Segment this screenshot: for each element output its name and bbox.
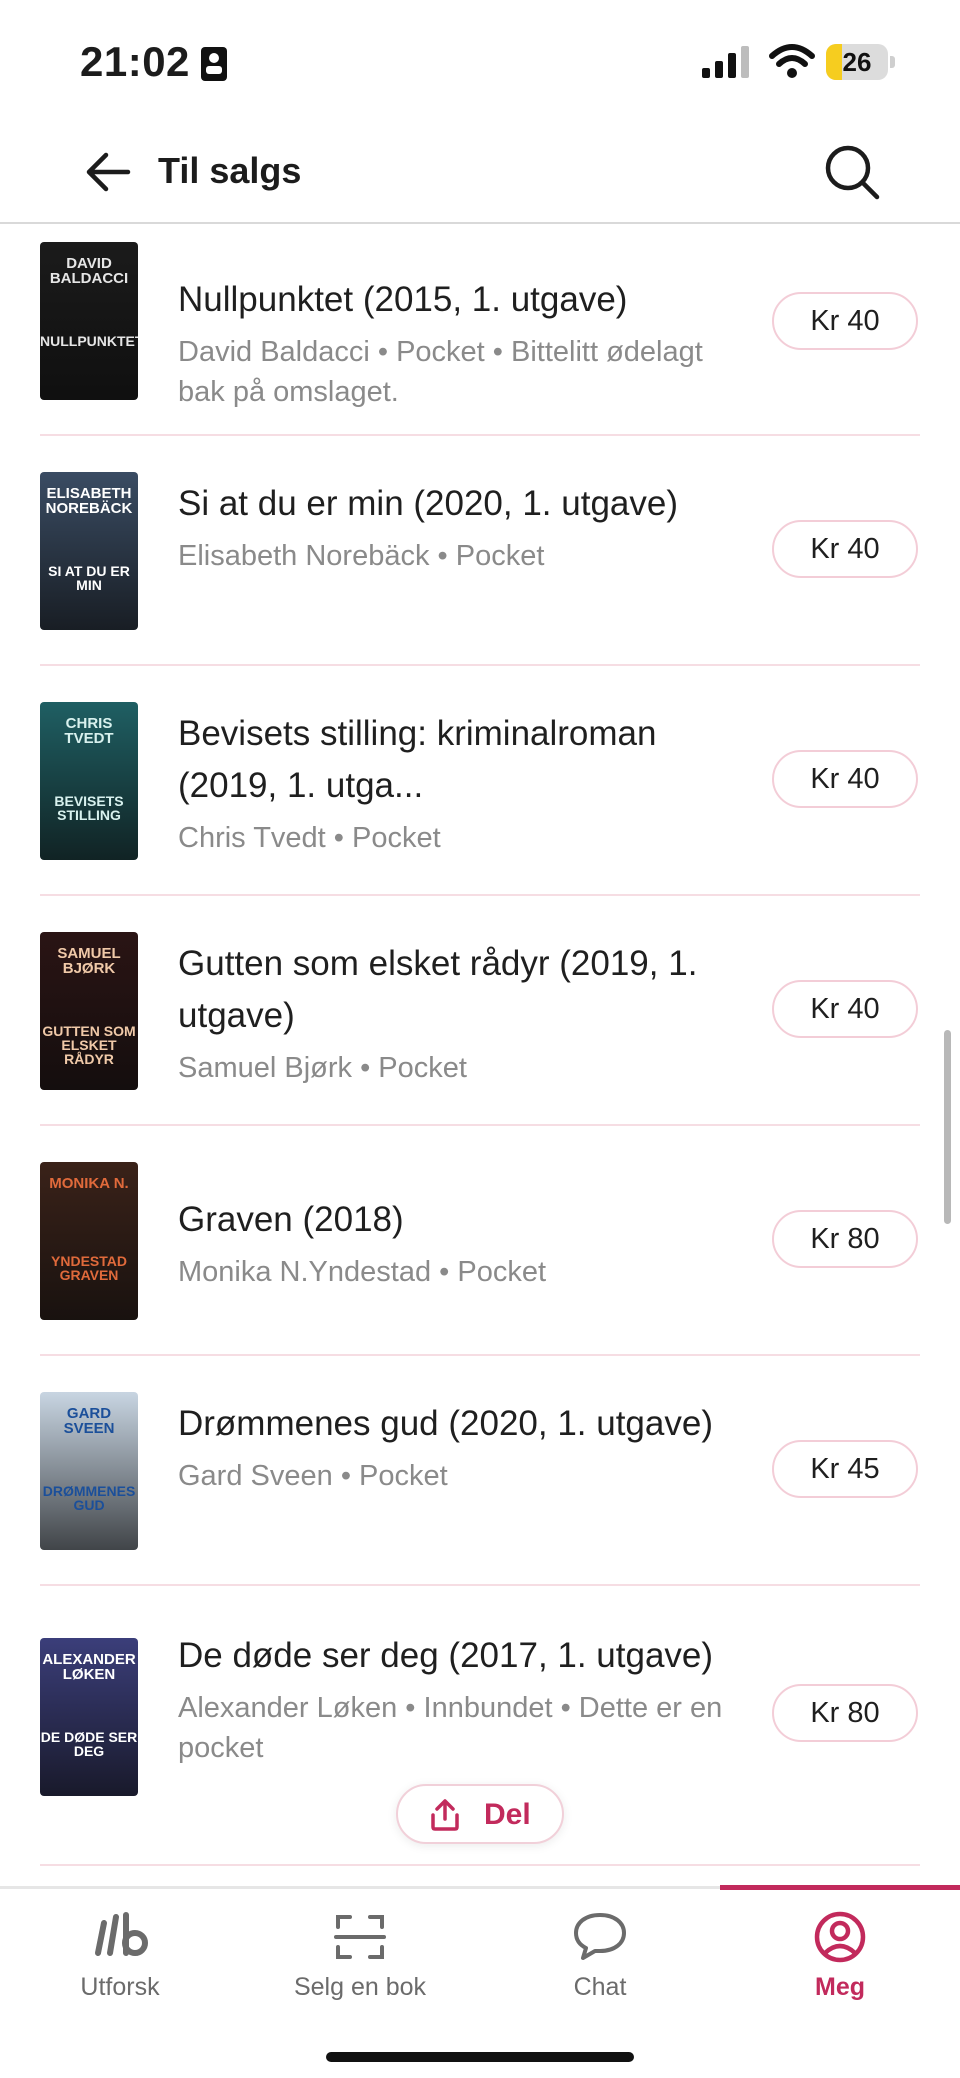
status-time: 21:02 <box>80 38 190 85</box>
share-icon <box>431 1799 459 1831</box>
tab-label: Selg en bok <box>293 1973 427 2001</box>
cover-title-text: DE DØDE SER DEG <box>40 1729 138 1759</box>
price-badge[interactable]: Kr 45 <box>772 1440 918 1498</box>
share-button[interactable]: Del <box>396 1784 564 1844</box>
battery-icon: 26 <box>826 44 896 80</box>
cover-title-text: YNDESTAD GRAVEN <box>51 1253 127 1283</box>
search-icon[interactable] <box>822 142 882 202</box>
status-bar: 21:02 26 <box>0 0 960 120</box>
listing-title: Si at du er min (2020, 1. utgave) <box>178 484 678 523</box>
listing-row[interactable]: CHRIS TVEDT BEVISETS STILLING Bevisets sti… <box>40 666 920 896</box>
tab-label: Chat <box>573 1973 627 2001</box>
listing-row[interactable]: ELISABETH NOREBÄCK SI AT DU ER MIN Si at d… <box>40 436 920 666</box>
tab-selg-en-bok[interactable]: Selg en bok <box>240 1889 480 2029</box>
book-cover-image: CHRIS TVEDT BEVISETS STILLING <box>40 702 138 860</box>
cover-author-text: DAVID BALDACCI <box>49 255 129 287</box>
listing-row[interactable]: SAMUEL BJØRK GUTTEN SOM ELSKET RÅDYR Gutte… <box>40 896 920 1126</box>
cover-title-text: GUTTEN SOM ELSKET RÅDYR <box>42 1023 136 1067</box>
scan-frame-icon <box>334 1915 386 1959</box>
listing-row[interactable]: MONIKA N. YNDESTAD GRAVEN Graven (2018) Mon… <box>40 1126 920 1356</box>
listing-meta: Elisabeth Norebäck • Pocket <box>178 540 545 572</box>
price-badge[interactable]: Kr 80 <box>772 1684 918 1742</box>
listing-row[interactable]: GARD SVEEN DRØMMENES GUD Drømmenes gud (20… <box>40 1356 920 1586</box>
listing-meta: David Baldacci • Pocket • Bittelitt ødel… <box>178 336 703 408</box>
book-cover-image: DAVID BALDACCI NULLPUNKTET <box>40 242 138 400</box>
listing-meta: Alexander Løken • Innbundet • Dette er e… <box>178 1692 723 1764</box>
listing-title: Nullpunktet (2015, 1. utgave) <box>178 280 628 319</box>
tab-chat[interactable]: Chat <box>480 1889 720 2029</box>
listing-title: Graven (2018) <box>178 1200 404 1239</box>
tab-utforsk[interactable]: Utforsk <box>0 1889 240 2029</box>
book-cover-image: MONIKA N. YNDESTAD GRAVEN <box>40 1162 138 1320</box>
cover-author-text: CHRIS TVEDT <box>64 715 114 747</box>
listing-info: Graven (2018) Monika N.Yndestad • Pocket <box>178 1194 738 1292</box>
profile-icon <box>814 1911 866 1963</box>
listing-title: Gutten som elsket rådyr (2019, 1. utgave… <box>178 944 698 1035</box>
top-bar: Til salgs <box>0 120 960 224</box>
scrollbar[interactable] <box>944 1030 951 1224</box>
page-title: Til salgs <box>158 150 302 191</box>
cover-title-text: SI AT DU ER MIN <box>48 563 130 593</box>
cover-author-text: ALEXANDER LØKEN <box>42 1651 136 1683</box>
listing-title: De døde ser deg (2017, 1. utgave) <box>178 1636 714 1675</box>
listing-info: Si at du er min (2020, 1. utgave) Elisabe… <box>178 478 738 576</box>
listing-info: Drømmenes gud (2020, 1. utgave) Gard Svee… <box>178 1398 738 1496</box>
tab-label: Utforsk <box>80 1973 160 2001</box>
price-badge[interactable]: Kr 40 <box>772 520 918 578</box>
tab-meg[interactable]: Meg <box>720 1889 960 2029</box>
book-cover-image: GARD SVEEN DRØMMENES GUD <box>40 1392 138 1550</box>
book-cover-image: ALEXANDER LØKEN DE DØDE SER DEG <box>40 1638 138 1796</box>
book-cover-image: SAMUEL BJØRK GUTTEN SOM ELSKET RÅDYR <box>40 932 138 1090</box>
book-cover-image: ELISABETH NOREBÄCK SI AT DU ER MIN <box>40 472 138 630</box>
listing-row[interactable]: DAVID BALDACCI NULLPUNKTET Nullpunktet (20… <box>40 224 920 436</box>
listing-info: Bevisets stilling: kriminalroman (2019, … <box>178 708 738 858</box>
id-card-icon <box>201 47 227 81</box>
price-badge[interactable]: Kr 40 <box>772 750 918 808</box>
listing-meta: Samuel Bjørk • Pocket <box>178 1052 467 1084</box>
cellular-signal-icon <box>702 46 749 78</box>
cover-title-text: BEVISETS STILLING <box>54 793 124 823</box>
cover-author-text: ELISABETH NOREBÄCK <box>45 485 133 517</box>
home-indicator <box>326 2052 634 2062</box>
bottom-tab-bar: Utforsk Selg en bok Chat Meg <box>0 1885 960 2078</box>
chat-bubble-icon <box>574 1913 626 1960</box>
cover-title-text: NULLPUNKTET <box>40 333 138 349</box>
tab-label: Meg <box>815 1973 865 2001</box>
listing-info: Nullpunktet (2015, 1. utgave) David Balda… <box>178 274 738 412</box>
price-badge[interactable]: Kr 40 <box>772 980 918 1038</box>
listing-meta: Monika N.Yndestad • Pocket <box>178 1256 547 1288</box>
price-badge[interactable]: Kr 80 <box>772 1210 918 1268</box>
cover-author-text: SAMUEL BJØRK <box>57 945 121 977</box>
listing-title: Drømmenes gud (2020, 1. utgave) <box>178 1404 713 1443</box>
cover-author-text: MONIKA N. <box>49 1175 129 1192</box>
price-badge[interactable]: Kr 40 <box>772 292 918 350</box>
listing-meta: Gard Sveen • Pocket <box>178 1460 448 1492</box>
listing-info: Gutten som elsket rådyr (2019, 1. utgave… <box>178 938 738 1088</box>
library-logo-icon <box>95 1912 148 1956</box>
cover-author-text: GARD SVEEN <box>63 1405 115 1437</box>
battery-percent: 26 <box>842 47 872 77</box>
cover-title-text: DRØMMENES GUD <box>42 1483 136 1513</box>
listing-meta: Chris Tvedt • Pocket <box>178 822 441 854</box>
share-label: Del <box>484 1798 531 1831</box>
listing-list: DAVID BALDACCI NULLPUNKTET Nullpunktet (20… <box>0 224 960 1886</box>
back-arrow-icon[interactable] <box>82 146 134 198</box>
wifi-icon <box>769 44 815 78</box>
listing-info: De døde ser deg (2017, 1. utgave) Alexand… <box>178 1630 738 1768</box>
listing-title: Bevisets stilling: kriminalroman (2019, … <box>178 714 657 805</box>
